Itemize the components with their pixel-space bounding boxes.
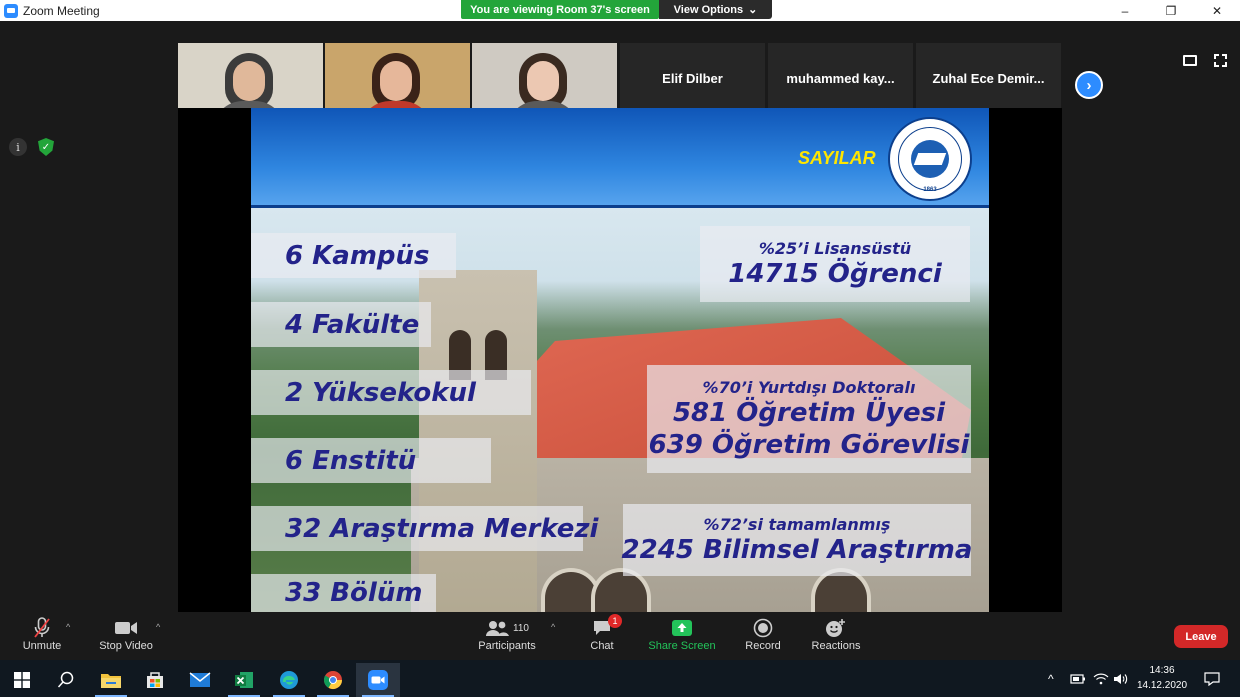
- search-icon[interactable]: [44, 663, 88, 697]
- windows-taskbar: ^ 14:36 14.12.2020: [0, 660, 1240, 697]
- chevron-down-icon: ⌄: [748, 4, 758, 16]
- share-screen-icon: [671, 616, 693, 640]
- store-icon[interactable]: [133, 663, 177, 697]
- chat-unread-badge: 1: [608, 614, 622, 628]
- reactions-label: Reactions: [811, 640, 861, 652]
- stat-value: 2245 Bilimsel Araştırma: [621, 534, 973, 565]
- unmute-button[interactable]: Unmute: [20, 616, 64, 660]
- show-hidden-icons-icon[interactable]: ^: [1048, 660, 1054, 697]
- share-screen-label: Share Screen: [648, 640, 716, 652]
- shared-screen: SAYILAR 1863 6 Kampüs 4 Fakülte 2 Yüksekok…: [178, 108, 1062, 612]
- zoom-icon[interactable]: [356, 663, 400, 697]
- gallery-view-icon[interactable]: [1183, 55, 1197, 66]
- minimize-button[interactable]: –: [1102, 0, 1148, 21]
- stat-value: 581 Öğretim Üyesi: [672, 397, 946, 428]
- view-options-label: View Options: [673, 3, 744, 16]
- video-options-caret[interactable]: ^: [156, 622, 160, 632]
- stat-box-right: %72’si tamamlanmış 2245 Bilimsel Araştırm…: [621, 504, 973, 576]
- stop-video-button[interactable]: Stop Video: [96, 616, 156, 660]
- slide-header: [251, 108, 989, 208]
- file-explorer-icon[interactable]: [89, 663, 133, 697]
- stat-box-left: 4 Fakülte: [251, 302, 431, 347]
- stat-box-left: 2 Yüksekokul: [251, 370, 531, 415]
- wifi-icon[interactable]: [1093, 660, 1109, 697]
- battery-icon[interactable]: [1070, 660, 1086, 697]
- stop-video-label: Stop Video: [99, 640, 153, 652]
- fullscreen-icon[interactable]: [1214, 54, 1227, 67]
- chat-button[interactable]: 1 Chat: [582, 614, 622, 660]
- next-page-button[interactable]: ›: [1075, 71, 1103, 99]
- stat-box-right: %25’i Lisansüstü 14715 Öğrenci: [700, 226, 970, 302]
- chat-label: Chat: [590, 640, 614, 652]
- clock-date: 14.12.2020: [1136, 680, 1188, 691]
- start-icon[interactable]: [0, 663, 44, 697]
- edge-icon[interactable]: [267, 663, 311, 697]
- meeting-toolbar: Unmute ^ Stop Video ^ 110 Participants ^…: [0, 612, 1240, 660]
- slide-heading: SAYILAR: [798, 148, 876, 168]
- stat-box-left: 6 Kampüs: [251, 233, 456, 278]
- system-clock[interactable]: 14:36 14.12.2020: [1132, 663, 1192, 693]
- volume-icon[interactable]: [1113, 660, 1129, 697]
- stat-box-left: 33 Bölüm: [251, 574, 436, 612]
- close-button[interactable]: ✕: [1194, 0, 1240, 21]
- chat-bubble-icon: 1: [592, 614, 622, 640]
- participants-button[interactable]: 110 Participants: [475, 616, 539, 660]
- unmute-label: Unmute: [22, 640, 62, 652]
- stat-value: 14715 Öğrenci: [728, 258, 942, 289]
- university-logo: 1863: [888, 117, 972, 201]
- stat-value: 639 Öğretim Görevlisi: [648, 429, 970, 460]
- reactions-button[interactable]: Reactions: [808, 616, 864, 660]
- security-shield-icon[interactable]: ✓: [38, 138, 54, 156]
- stat-caption: %70’i Yurtdışı Doktoralı: [702, 377, 916, 397]
- meeting-area: BORA YAMANRoom 37Eda BalcıElif Dilbermuh…: [0, 21, 1240, 612]
- viewing-screen-banner: You are viewing Room 37's screen: [461, 0, 659, 19]
- zoom-app-icon: [4, 3, 18, 18]
- participants-icon: [486, 621, 510, 636]
- stat-box-left: 6 Enstitü: [251, 438, 491, 483]
- stat-box-left: 32 Araştırma Merkezi: [251, 506, 598, 551]
- share-screen-button[interactable]: Share Screen: [648, 616, 716, 660]
- restore-button[interactable]: ❐: [1148, 0, 1194, 21]
- leave-button[interactable]: Leave: [1174, 625, 1228, 648]
- record-button[interactable]: Record: [741, 616, 785, 660]
- record-icon: [753, 616, 773, 640]
- stat-caption: %25’i Lisansüstü: [758, 238, 912, 258]
- stat-caption: %72’si tamamlanmış: [703, 514, 891, 534]
- participants-count: 110: [513, 622, 529, 634]
- microphone-muted-icon: [32, 616, 52, 640]
- notifications-icon[interactable]: [1204, 660, 1220, 697]
- mail-icon[interactable]: [178, 663, 222, 697]
- audio-options-caret[interactable]: ^: [66, 622, 70, 632]
- excel-icon[interactable]: [222, 663, 266, 697]
- participants-label: Participants: [478, 640, 536, 652]
- chrome-icon[interactable]: [311, 663, 355, 697]
- view-options-button[interactable]: View Options ⌄: [659, 0, 772, 19]
- video-camera-icon: [114, 616, 138, 640]
- presentation-slide: SAYILAR 1863 6 Kampüs 4 Fakülte 2 Yüksekok…: [251, 108, 989, 612]
- stat-box-right: %70’i Yurtdışı Doktoralı 581 Öğretim Üyes…: [647, 365, 971, 473]
- clock-time: 14:36: [1149, 665, 1175, 676]
- participants-options-caret[interactable]: ^: [551, 622, 555, 632]
- smiley-icon: [825, 616, 847, 640]
- record-label: Record: [745, 640, 781, 652]
- meeting-info-icon[interactable]: i: [9, 138, 27, 156]
- window-title: Zoom Meeting: [23, 3, 100, 18]
